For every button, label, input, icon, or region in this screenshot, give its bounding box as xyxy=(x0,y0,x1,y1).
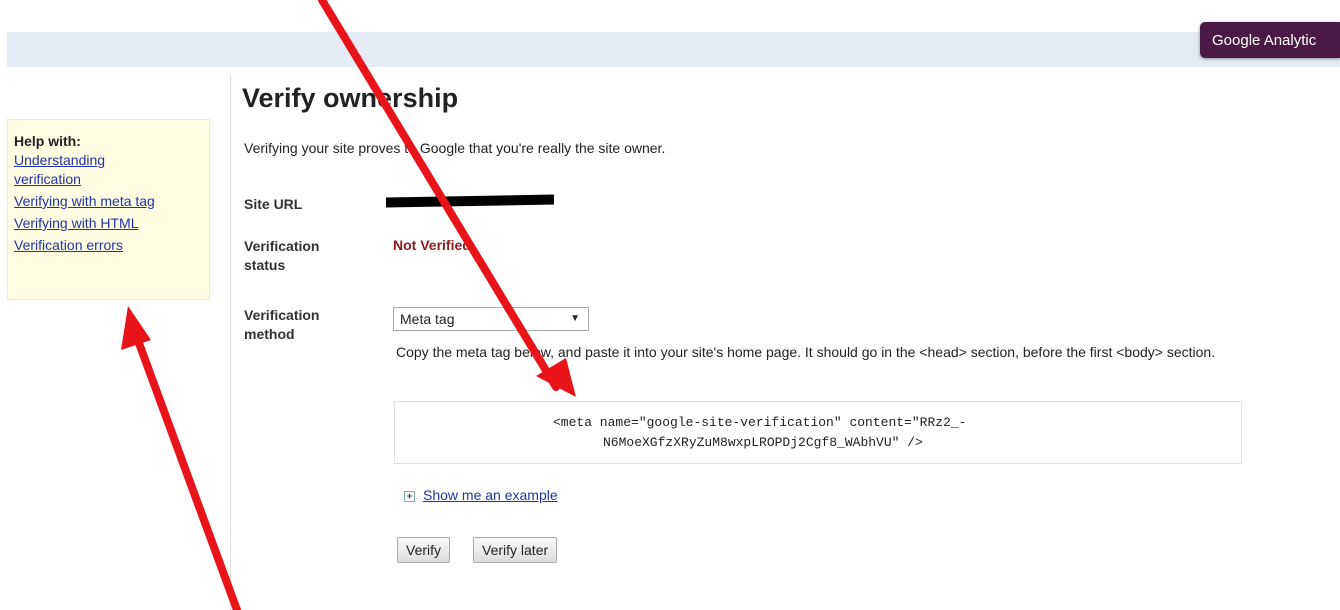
redacted-url xyxy=(385,194,555,208)
status-value: Not Verified xyxy=(393,237,471,253)
expand-plus-icon: + xyxy=(404,491,415,502)
intro-text: Verifying your site proves to Google tha… xyxy=(244,140,666,156)
divider xyxy=(230,75,231,610)
method-label: Verification method xyxy=(244,307,320,342)
show-example-link[interactable]: + Show me an example xyxy=(404,487,558,503)
meta-tag-code-box[interactable]: <meta name="google-site-verification" co… xyxy=(394,401,1242,464)
help-link-verification-errors[interactable]: Verification errors xyxy=(14,236,203,255)
help-link-understanding-verification[interactable]: Understanding verification xyxy=(14,151,203,189)
verify-button[interactable]: Verify xyxy=(397,537,451,563)
show-example-label: Show me an example xyxy=(423,487,558,503)
help-panel: Help with: Understanding verification Ve… xyxy=(7,119,210,300)
chevron-down-icon: ▼ xyxy=(570,313,580,324)
verify-later-button[interactable]: Verify later xyxy=(473,537,558,563)
google-analytics-tab[interactable]: Google Analytic xyxy=(1200,22,1340,58)
status-label: Verification status xyxy=(244,238,320,273)
top-bar xyxy=(7,32,1340,67)
method-select-value: Meta tag xyxy=(400,311,455,327)
code-line-2: N6MoeXGfzXRyZuM8wxpLROPDj2Cgf8_WAbhVU" /… xyxy=(603,435,923,450)
site-url-label: Site URL xyxy=(244,196,303,212)
help-title: Help with: xyxy=(14,133,81,149)
code-line-1: <meta name="google-site-verification" co… xyxy=(553,415,967,430)
instructions-text: Copy the meta tag below, and paste it in… xyxy=(396,344,1216,360)
page-title: Verify ownership xyxy=(242,83,459,113)
method-select[interactable]: Meta tag ▼ xyxy=(393,307,589,331)
annotation-arrows xyxy=(121,0,576,610)
help-link-html[interactable]: Verifying with HTML xyxy=(14,214,203,233)
help-link-meta-tag[interactable]: Verifying with meta tag xyxy=(14,192,203,211)
annotation-arrow-to-help xyxy=(121,306,241,610)
